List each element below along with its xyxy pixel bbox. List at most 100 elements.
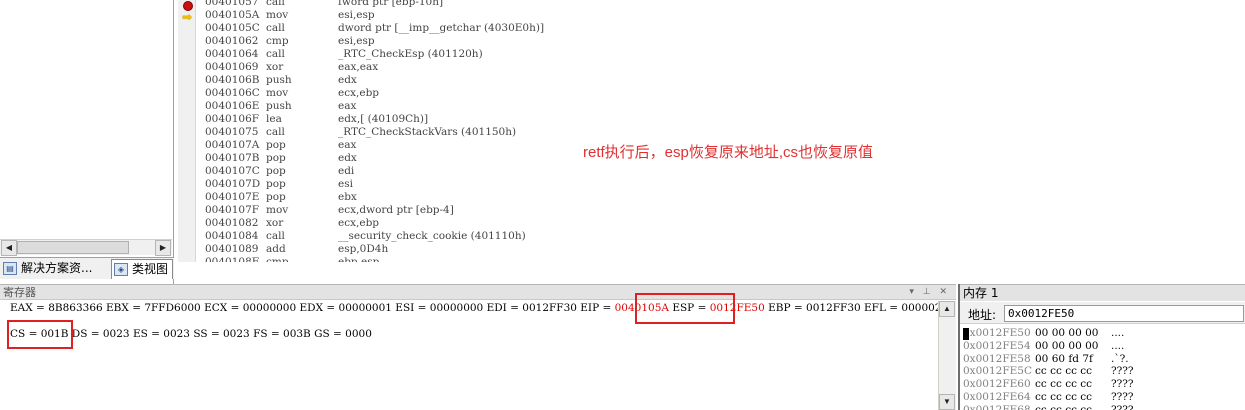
instruction-mnemonic: push [266, 100, 292, 112]
solution-explorer-pane: ◀ ▶ ▤ 解决方案资... ◈ 类视图 [0, 0, 174, 284]
memory-hex-bytes: cc cc cc cc [1035, 390, 1093, 403]
instruction-operands: ecx,ebp [338, 217, 380, 229]
disassembly-line[interactable]: 0040107F mov ecx,dword ptr [ebp-4] [205, 204, 965, 217]
instruction-operands: dword ptr [__imp__getchar (4030E0h)] [338, 22, 545, 34]
instruction-mnemonic: mov [266, 9, 289, 21]
horizontal-scrollbar[interactable]: ◀ ▶ [0, 239, 172, 256]
scroll-left-icon[interactable]: ◀ [1, 240, 17, 256]
disassembly-line[interactable]: 0040106C mov ecx,ebp [205, 87, 965, 100]
instruction-operands: ecx,dword ptr [ebp-4] [338, 204, 454, 216]
disassembly-view[interactable]: 00401057 call fword ptr [ebp-10h] 0040105A m… [205, 0, 965, 262]
instruction-operands: edx [338, 74, 357, 86]
scroll-up-icon[interactable]: ▲ [939, 301, 955, 317]
instruction-address: 00401089 [205, 243, 259, 255]
disassembly-line[interactable]: 00401075 call _RTC_CheckStackVars (401150h… [205, 126, 965, 139]
disassembly-line[interactable]: 0040106F lea edx,[ (40109Ch)] [205, 113, 965, 126]
disassembly-line[interactable]: 0040108F cmp ebp,esp [205, 256, 965, 262]
tab-class-view[interactable]: ◈ 类视图 [111, 259, 173, 279]
scrollbar-thumb[interactable] [17, 241, 129, 254]
memory-ascii: .... [1111, 327, 1125, 339]
instruction-operands: fword ptr [ebp-10h] [338, 0, 444, 8]
instruction-address: 0040105A [205, 9, 260, 21]
left-pane-tabs: ▤ 解决方案资... ◈ 类视图 [0, 257, 174, 279]
instruction-mnemonic: mov [266, 204, 289, 216]
disassembly-line[interactable]: 00401064 call _RTC_CheckEsp (401120h) [205, 48, 965, 61]
memory-address: 0x0012FE64 [963, 390, 1031, 403]
disassembly-line[interactable]: 0040107D pop esi [205, 178, 965, 191]
instruction-address: 0040107E [205, 191, 260, 203]
instruction-mnemonic: mov [266, 87, 289, 99]
disassembly-line[interactable]: 00401082 xor ecx,ebp [205, 217, 965, 230]
disassembly-line[interactable]: 0040105A mov esi,esp [205, 9, 965, 22]
instruction-address: 0040107C [205, 165, 260, 177]
instruction-mnemonic: cmp [266, 35, 289, 47]
instruction-address: 00401062 [205, 35, 259, 47]
instruction-operands: esp,0D4h [338, 243, 389, 255]
memory-address: 0x0012FE50 [963, 327, 1031, 339]
instruction-operands: __security_check_cookie (401110h) [338, 230, 526, 242]
disassembly-line[interactable]: 0040107E pop ebx [205, 191, 965, 204]
instruction-address: 0040107A [205, 139, 260, 151]
memory-row[interactable]: 0x0012FE5C cc cc cc cc???? [963, 365, 1245, 378]
registers-title: 寄存器 [3, 286, 36, 299]
instruction-operands: esi,esp [338, 35, 375, 47]
disassembly-line[interactable]: 0040107C pop edi [205, 165, 965, 178]
instruction-address: 0040106C [205, 87, 260, 99]
memory-address: 0x0012FE58 [963, 352, 1031, 365]
instruction-operands: esi,esp [338, 9, 375, 21]
instruction-mnemonic: xor [266, 217, 284, 229]
scroll-down-icon[interactable]: ▼ [939, 394, 955, 410]
memory-ascii: ???? [1111, 365, 1134, 378]
scroll-right-icon[interactable]: ▶ [155, 240, 171, 256]
instruction-mnemonic: call [266, 0, 285, 8]
disassembly-line[interactable]: 0040106E push eax [205, 100, 965, 113]
instruction-operands: ecx,ebp [338, 87, 380, 99]
tab-class-view-label: 类视图 [132, 262, 169, 276]
memory-ascii: .... [1111, 339, 1125, 352]
instruction-address: 0040106E [205, 100, 260, 112]
instruction-address: 0040106F [205, 113, 260, 125]
window-pin-icon[interactable]: ▾ ⊥ ✕ [909, 285, 950, 300]
memory-rows[interactable]: 0x0012FE50 00 00 00 00.... 0x0012FE54 00 00… [963, 327, 1245, 410]
address-input[interactable]: 0x0012FE50 [1004, 305, 1244, 322]
instruction-address: 00401057 [205, 0, 259, 8]
memory-row[interactable]: 0x0012FE60 cc cc cc cc???? [963, 378, 1245, 391]
registers-vertical-scrollbar[interactable]: ▲ ▼ [938, 301, 956, 410]
memory-address: 0x0012FE60 [963, 378, 1031, 391]
current-instruction-arrow-icon: ➡ [182, 10, 193, 24]
memory-row[interactable]: 0x0012FE50 00 00 00 00.... [963, 327, 1245, 340]
instruction-mnemonic: call [266, 126, 285, 138]
memory-ascii: .`?. [1111, 352, 1129, 365]
disassembly-line[interactable]: 00401069 xor eax,eax [205, 61, 965, 74]
memory-row[interactable]: 0x0012FE64 cc cc cc cc???? [963, 391, 1245, 404]
memory-row[interactable]: 0x0012FE54 00 00 00 00.... [963, 340, 1245, 353]
memory-address-bar: 地址: 0x0012FE50 [960, 302, 1245, 324]
breakpoint-margin[interactable] [178, 0, 196, 262]
instruction-address: 0040105C [205, 22, 260, 34]
tab-solution-explorer[interactable]: ▤ 解决方案资... [1, 259, 109, 279]
instruction-mnemonic: cmp [266, 256, 289, 262]
instruction-address: 00401075 [205, 126, 259, 138]
text-caret [963, 328, 969, 340]
instruction-operands: edi [338, 165, 355, 177]
instruction-address: 0040107F [205, 204, 260, 216]
annotation-text: retf执行后，esp恢复原来地址,cs也恢复原值 [583, 144, 874, 161]
instruction-operands: ebx [338, 191, 357, 203]
memory-hex-bytes: cc cc cc cc [1035, 403, 1093, 410]
memory-ascii: ???? [1111, 390, 1134, 403]
memory-row[interactable]: 0x0012FE68 cc cc cc cc???? [963, 404, 1245, 410]
disassembly-line[interactable]: 0040106B push edx [205, 74, 965, 87]
instruction-operands: eax,eax [338, 61, 379, 73]
registers-general-tail: EBP = 0012FF30 EFL = 00000286 [764, 302, 955, 314]
disassembly-line[interactable]: 00401089 add esp,0D4h [205, 243, 965, 256]
memory-row[interactable]: 0x0012FE58 00 60 fd 7f .`?. [963, 353, 1245, 366]
disassembly-line[interactable]: 00401084 call __security_check_cookie (401… [205, 230, 965, 243]
instruction-operands: _RTC_CheckEsp (401120h) [338, 48, 483, 60]
disassembly-line[interactable]: 00401057 call fword ptr [ebp-10h] [205, 0, 965, 9]
memory-hex-bytes: 00 00 00 00 [1035, 327, 1099, 339]
disassembly-line[interactable]: 0040105C call dword ptr [__imp__getchar (4… [205, 22, 965, 35]
instruction-operands: esi [338, 178, 353, 190]
memory-ascii: ???? [1111, 403, 1134, 410]
memory-address: 0x0012FE54 [963, 339, 1031, 352]
disassembly-line[interactable]: 00401062 cmp esi,esp [205, 35, 965, 48]
